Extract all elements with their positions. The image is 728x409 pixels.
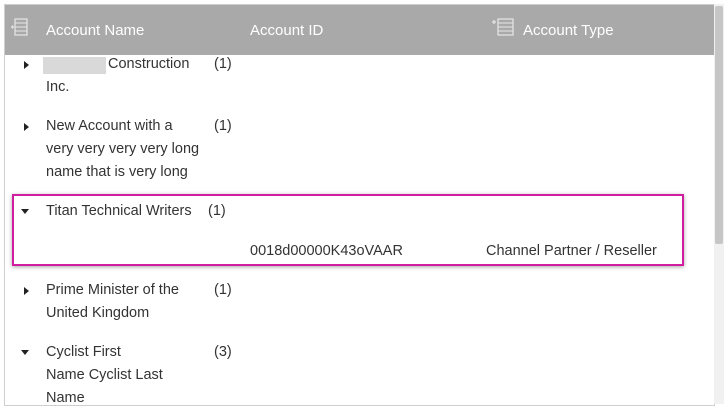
account-name-line: Name Cyclist Last bbox=[46, 367, 163, 383]
scrollbar-thumb[interactable] bbox=[715, 6, 723, 244]
expand-caret-icon[interactable] bbox=[24, 287, 29, 295]
expand-caret-icon[interactable] bbox=[24, 123, 29, 131]
accounts-grid: Account Name Account ID Account Type Con… bbox=[4, 4, 715, 406]
column-header-account-type[interactable]: Account Type bbox=[523, 22, 614, 40]
account-name-line: Name bbox=[46, 390, 85, 406]
column-chooser-icon[interactable] bbox=[11, 17, 29, 37]
vertical-scrollbar[interactable] bbox=[714, 4, 724, 404]
highlight-box bbox=[12, 194, 684, 266]
column-header-account-id[interactable]: Account ID bbox=[250, 22, 323, 40]
record-count: (1) bbox=[214, 56, 232, 72]
account-name-line: Construction bbox=[108, 56, 190, 72]
account-name-line: United Kingdom bbox=[46, 305, 150, 321]
account-name-line: New Account with a bbox=[46, 118, 173, 134]
record-count: (1) bbox=[214, 282, 232, 298]
account-name-line: very very very very long bbox=[46, 141, 200, 157]
account-name-line: name that is very long bbox=[46, 164, 188, 180]
collapse-caret-icon[interactable] bbox=[21, 350, 29, 355]
column-header-account-name[interactable]: Account Name bbox=[46, 22, 144, 40]
account-name-line: Prime Minister of the bbox=[46, 282, 179, 298]
record-count: (3) bbox=[214, 344, 232, 360]
expand-caret-icon[interactable] bbox=[24, 61, 29, 69]
record-count: (1) bbox=[214, 118, 232, 134]
redacted-block bbox=[43, 57, 106, 74]
account-name-line: Cyclist First bbox=[46, 344, 121, 360]
group-by-icon[interactable] bbox=[492, 17, 514, 37]
grid-header: Account Name Account ID Account Type bbox=[5, 5, 714, 55]
account-name-line: Inc. bbox=[46, 79, 70, 95]
